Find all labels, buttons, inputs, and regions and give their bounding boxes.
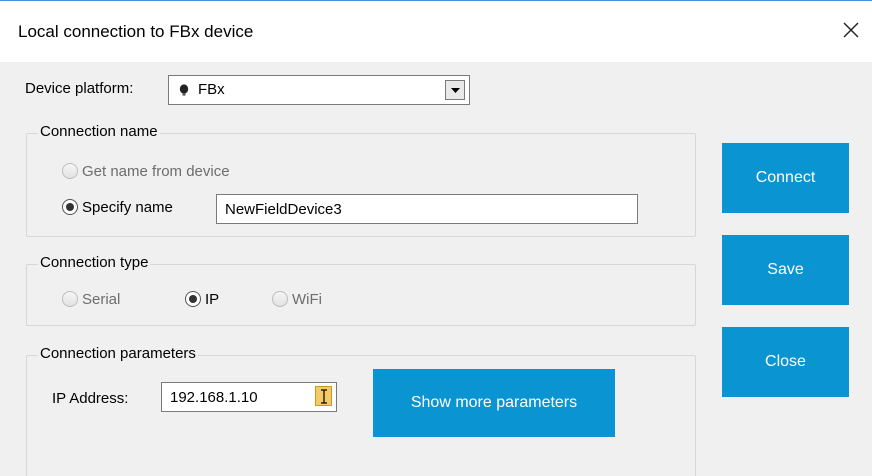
radio-get-name-from-device[interactable]: Get name from device bbox=[62, 160, 230, 182]
radio-indicator bbox=[185, 291, 201, 307]
device-platform-label: Device platform: bbox=[25, 80, 134, 97]
dropdown-arrow-button[interactable] bbox=[445, 80, 465, 100]
text-cursor-indicator bbox=[315, 386, 332, 406]
connection-type-group-label: Connection type bbox=[38, 254, 151, 271]
connection-type-group: Connection type bbox=[26, 254, 696, 326]
radio-label: Serial bbox=[82, 290, 121, 308]
device-icon bbox=[179, 84, 189, 96]
text-cursor-icon bbox=[321, 389, 327, 404]
connection-name-group-label: Connection name bbox=[38, 123, 160, 140]
dropdown-arrow-icon bbox=[451, 88, 460, 93]
radio-ip[interactable]: IP bbox=[185, 288, 219, 310]
connect-button[interactable]: Connect bbox=[722, 143, 849, 213]
radio-indicator bbox=[272, 291, 288, 307]
connection-parameters-group-label: Connection parameters bbox=[38, 345, 198, 362]
device-platform-select[interactable]: FBx bbox=[168, 75, 470, 105]
radio-specify-name[interactable]: Specify name bbox=[62, 196, 173, 218]
radio-indicator bbox=[62, 291, 78, 307]
radio-indicator bbox=[62, 199, 78, 215]
show-more-parameters-button[interactable]: Show more parameters bbox=[373, 369, 615, 437]
radio-label: IP bbox=[205, 290, 220, 308]
ip-address-label: IP Address: bbox=[52, 390, 129, 407]
ip-address-input[interactable] bbox=[161, 382, 337, 412]
save-button[interactable]: Save bbox=[722, 235, 849, 305]
radio-label: WiFi bbox=[292, 290, 322, 308]
radio-indicator bbox=[62, 163, 78, 179]
window-title: Local connection to FBx device bbox=[18, 22, 254, 41]
close-window-button[interactable] bbox=[836, 15, 866, 45]
title-bar: Local connection to FBx device bbox=[0, 0, 872, 62]
radio-serial[interactable]: Serial bbox=[62, 288, 120, 310]
radio-wifi[interactable]: WiFi bbox=[272, 288, 322, 310]
connection-name-input[interactable] bbox=[216, 194, 638, 224]
close-button[interactable]: Close bbox=[722, 327, 849, 397]
device-platform-value: FBx bbox=[198, 81, 225, 98]
close-icon bbox=[843, 22, 859, 38]
radio-label: Specify name bbox=[82, 198, 173, 216]
radio-label: Get name from device bbox=[82, 162, 230, 180]
